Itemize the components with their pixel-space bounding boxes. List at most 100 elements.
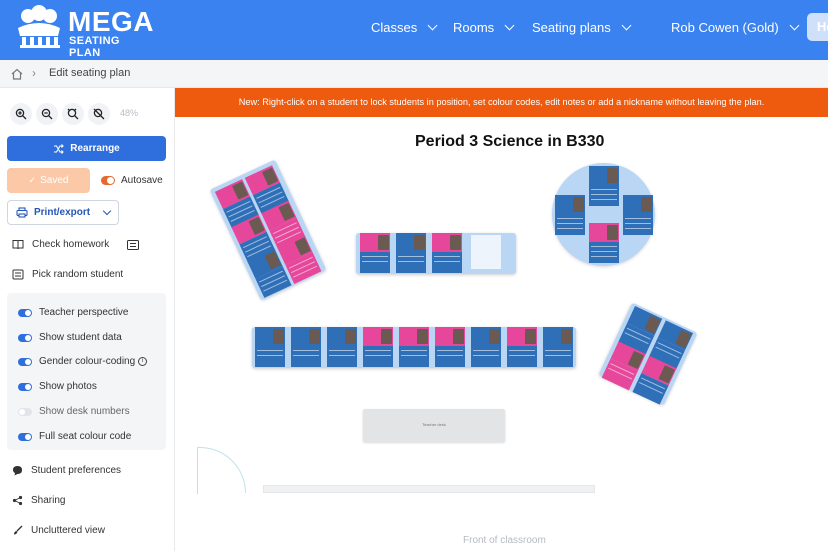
zoom-out-icon: [41, 108, 53, 120]
logo-subtitle: SEATING PLAN: [69, 35, 120, 59]
zoom-in-icon: [15, 108, 27, 120]
option-label: Show photos: [39, 381, 97, 392]
option-label: Full seat colour code: [39, 431, 132, 442]
user-menu[interactable]: Rob Cowen (Gold): [671, 20, 800, 35]
desk-group-rotated-right[interactable]: [598, 302, 698, 406]
student-seat[interactable]: [363, 327, 393, 367]
zoom-out-button[interactable]: [36, 103, 58, 125]
zoom-reset-icon: [93, 108, 105, 120]
desk-group-long-row[interactable]: [252, 327, 576, 368]
feature-banner: New: Right-click on a student to lock st…: [175, 88, 828, 117]
option-label: Show desk numbers: [39, 406, 130, 417]
breadcrumb-separator-icon: ›: [32, 66, 36, 80]
book-icon: [12, 240, 24, 250]
zoom-in-button[interactable]: [10, 103, 32, 125]
front-of-classroom-label: Front of classroom: [463, 535, 546, 546]
toggle-full-seat-colour-code[interactable]: [18, 432, 32, 441]
student-seat[interactable]: [507, 327, 537, 367]
nav-classes-label: Classes: [371, 20, 418, 35]
chevron-down-icon: [789, 20, 800, 31]
desk-group-middle[interactable]: [356, 233, 516, 274]
uncluttered-view-label: Uncluttered view: [31, 525, 105, 536]
toggle-show-photos[interactable]: [18, 382, 32, 391]
saved-button[interactable]: ✓ Saved: [7, 168, 90, 193]
chevron-down-icon: [504, 20, 515, 31]
list-icon: [12, 269, 24, 280]
chat-bubble-icon: [13, 466, 22, 476]
student-seat[interactable]: [623, 195, 653, 235]
autosave-label: Autosave: [121, 175, 163, 186]
print-export-label: Print/export: [34, 207, 91, 218]
student-preferences-label: Student preferences: [31, 465, 122, 476]
sidebar: 48% Rearrange ✓ Saved Autosave Print/exp…: [0, 88, 175, 551]
student-seat[interactable]: [396, 233, 426, 273]
sharing-label: Sharing: [31, 495, 66, 506]
help-button[interactable]: He: [807, 13, 828, 41]
option-show-student-data[interactable]: Show student data: [18, 332, 122, 343]
logo[interactable]: MEGA SEATING PLAN: [14, 4, 154, 59]
toggle-teacher-perspective[interactable]: [18, 308, 32, 317]
door[interactable]: [197, 447, 246, 494]
uncluttered-view[interactable]: Uncluttered view: [12, 525, 105, 536]
student-seat[interactable]: [399, 327, 429, 367]
toggle-show-student-data[interactable]: [18, 333, 32, 342]
zoom-fit-icon: [67, 108, 79, 120]
plan-title: Period 3 Science in B330: [415, 133, 605, 150]
user-name: Rob Cowen (Gold): [671, 20, 779, 35]
empty-seat[interactable]: [471, 235, 501, 269]
home-icon[interactable]: [10, 67, 24, 81]
zoom-fit-button[interactable]: [62, 103, 84, 125]
option-gender-colour-coding[interactable]: Gender colour-coding i: [18, 356, 148, 367]
breadcrumb: › Edit seating plan: [0, 60, 828, 88]
student-seat[interactable]: [471, 327, 501, 367]
rearrange-label: Rearrange: [70, 143, 120, 154]
check-homework[interactable]: Check homework: [12, 239, 140, 250]
zoom-level: 48%: [120, 108, 139, 118]
seating-plan-canvas: Period 3 Science in B330 Teacher desk Fr…: [175, 117, 828, 551]
student-seat[interactable]: [589, 223, 619, 263]
print-export-button[interactable]: Print/export: [7, 200, 119, 225]
option-teacher-perspective[interactable]: Teacher perspective: [18, 307, 129, 318]
student-seat[interactable]: [543, 327, 573, 367]
brush-icon: [14, 525, 23, 535]
student-seat[interactable]: [291, 327, 321, 367]
student-seat[interactable]: [327, 327, 357, 367]
desk-group-rotated-left[interactable]: [209, 159, 327, 301]
student-seat[interactable]: [589, 166, 619, 206]
nav-classes[interactable]: Classes: [371, 20, 438, 35]
option-full-seat-colour-code[interactable]: Full seat colour code: [18, 431, 131, 442]
rearrange-button[interactable]: Rearrange: [7, 136, 166, 161]
desk-group-round-table[interactable]: [552, 163, 655, 266]
student-seat[interactable]: [435, 327, 465, 367]
toggle-gender-colour-coding[interactable]: [18, 357, 32, 366]
shuffle-icon: [54, 143, 65, 154]
autosave-toggle[interactable]: [101, 176, 115, 185]
sharing[interactable]: Sharing: [12, 495, 65, 506]
check-icon: ✓: [28, 175, 37, 185]
pick-random-student[interactable]: Pick random student: [12, 269, 123, 280]
printer-icon: [16, 207, 28, 218]
option-show-photos[interactable]: Show photos: [18, 381, 97, 392]
student-seat[interactable]: [360, 233, 390, 273]
teacher-desk[interactable]: Teacher desk: [363, 409, 505, 442]
option-show-desk-numbers[interactable]: Show desk numbers: [18, 406, 130, 417]
option-label: Teacher perspective: [39, 307, 129, 318]
student-seat[interactable]: [432, 233, 462, 273]
saved-label: Saved: [40, 175, 69, 186]
nav-rooms[interactable]: Rooms: [453, 20, 515, 35]
top-navigation-bar: MEGA SEATING PLAN Classes Rooms Seating …: [0, 0, 828, 60]
toggle-show-desk-numbers[interactable]: [18, 407, 32, 416]
option-label: Show student data: [39, 332, 122, 343]
student-seat[interactable]: [555, 195, 585, 235]
chevron-down-icon: [621, 20, 632, 31]
display-options-panel: Teacher perspective Show student data Ge…: [7, 293, 166, 450]
seating-logo-icon: [18, 5, 60, 48]
nav-seating-plans[interactable]: Seating plans: [532, 20, 632, 35]
zoom-reset-button[interactable]: [88, 103, 110, 125]
check-homework-label: Check homework: [32, 239, 110, 250]
student-seat[interactable]: [255, 327, 285, 367]
student-preferences[interactable]: Student preferences: [12, 465, 121, 476]
info-icon[interactable]: i: [138, 357, 148, 366]
whiteboard[interactable]: [263, 485, 595, 493]
chevron-down-icon: [427, 20, 438, 31]
